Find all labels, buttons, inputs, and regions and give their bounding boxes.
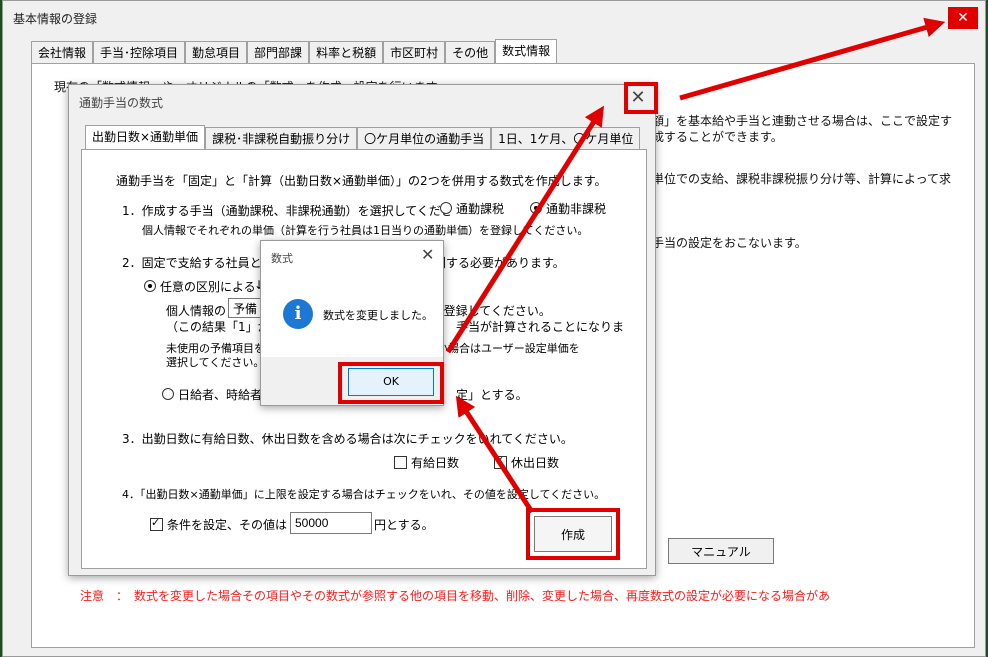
dialog-tab-bar: 出勤日数×通勤単価 課税･非課税自動振り分け 〇ケ月単位の通勤手当 1日、1ケ月…	[85, 125, 641, 150]
checkbox-indicator	[494, 454, 507, 469]
tab-rates-tax[interactable]: 料率と税額	[309, 41, 384, 64]
radio-indicator	[530, 202, 542, 214]
personal-info-label: 個人情報の	[166, 304, 227, 318]
radio-label: 通勤非課税	[546, 202, 607, 216]
checkbox-label: 条件を設定、その値は	[167, 518, 288, 532]
background-text: 手当の設定をおこないます。	[652, 236, 807, 250]
checkbox-label: 休出日数	[511, 456, 560, 470]
tab-attendance[interactable]: 勤怠項目	[185, 41, 248, 64]
checkbox-paid-days[interactable]: 有給日数	[394, 454, 459, 471]
tab-days-times-unit[interactable]: 出勤日数×通勤単価	[85, 125, 206, 150]
main-close-button[interactable]: ✕	[948, 7, 978, 29]
tab-monthly-commute[interactable]: 〇ケ月単位の通勤手当	[357, 127, 492, 150]
checkbox-label: 有給日数	[411, 456, 460, 470]
tab-department[interactable]: 部門部課	[247, 41, 310, 64]
upper-limit-input[interactable]	[290, 512, 372, 534]
radio-arbitrary[interactable]: 任意の区別による	[144, 278, 256, 295]
main-tab-bar: 会社情報 手当･控除項目 勤怠項目 部門部課 料率と税額 市区町村 その他 数式…	[31, 39, 558, 64]
step1-label: 1．作成する手当（通勤課税、非課税通勤）を選択してくださ	[122, 204, 453, 218]
message-box-title: 数式	[271, 252, 293, 265]
tab-allowance-deduction[interactable]: 手当･控除項目	[93, 41, 186, 64]
radio-indicator	[144, 280, 156, 292]
tab-other[interactable]: その他	[445, 41, 496, 64]
unused-item-note-tail: ない場合はユーザー設定単価を	[426, 342, 580, 355]
checkbox-holiday-days[interactable]: 休出日数	[494, 454, 559, 471]
radio-label: 通勤課税	[456, 202, 505, 216]
radio-commute-taxable[interactable]: 通勤課税	[440, 200, 504, 217]
radio-indicator	[440, 202, 452, 214]
step1-note: 個人情報でそれぞれの単価（計算を行う社員は1日当りの通勤単価）を登録してください…	[142, 224, 589, 237]
select-note: 選択してください。	[166, 356, 265, 369]
background-text: 成することができます。	[652, 130, 783, 144]
yen-suffix: 円とする。	[374, 518, 434, 532]
daily-hourly-tail: 定」とする。	[456, 388, 528, 402]
info-icon: i	[283, 299, 313, 329]
radio-commute-nontaxable[interactable]: 通勤非課税	[530, 200, 606, 217]
manual-button[interactable]: マニュアル	[668, 538, 774, 564]
checkbox-indicator	[394, 456, 407, 469]
tab-municipality[interactable]: 市区町村	[383, 41, 446, 64]
message-text: 数式を変更しました。	[323, 309, 433, 322]
close-icon: ✕	[957, 10, 969, 26]
message-box-close-button[interactable]: ✕	[421, 245, 434, 264]
create-button[interactable]: 作成	[534, 516, 612, 552]
ok-button[interactable]: OK	[348, 368, 434, 396]
tab-company-info[interactable]: 会社情報	[31, 41, 94, 64]
warning-note: 注意 ： 数式を変更した場合その項目やその数式が参照する他の項目を移動、削除、変…	[80, 589, 831, 603]
result-note-tail: 手当が計算されることになりま	[456, 320, 625, 334]
checkbox-indicator	[150, 516, 163, 531]
radio-label: 任意の区別による	[160, 280, 256, 294]
close-icon: ✕	[421, 245, 435, 264]
tab-tax-auto-split[interactable]: 課税･非課税自動振り分け	[205, 127, 358, 150]
background-text: 単位での支給、課税非課税振り分け等、計算によって求	[652, 172, 952, 186]
tab-formula-info[interactable]: 数式情報	[495, 39, 558, 64]
radio-indicator	[162, 388, 174, 400]
step2-label: 2．固定で支給する社員と計	[122, 256, 274, 270]
dialog-close-highlight	[624, 82, 658, 114]
checkbox-upper-limit[interactable]: 条件を設定、その値は	[150, 516, 287, 533]
tab-unit-period[interactable]: 1日、1ケ月、〇ケ月単位	[491, 127, 641, 150]
step4-label: 4．「出勤日数×通勤単価」に上限を設定する場合はチェックをいれ、その値を設定して…	[122, 488, 606, 501]
dialog-title: 通勤手当の数式	[79, 96, 164, 110]
intro-text: 通勤手当を「固定」と「計算（出勤日数×通勤単価）」の2つを併用する数式を作成しま…	[116, 174, 607, 188]
step3-label: 3．出勤日数に有給日数、休出日数を含める場合は次にチェックをいれてください。	[122, 432, 573, 446]
main-window-title: 基本情報の登録	[13, 12, 98, 26]
background-text: 額」を基本給や手当と連動させる場合は、ここで設定す	[652, 114, 953, 128]
